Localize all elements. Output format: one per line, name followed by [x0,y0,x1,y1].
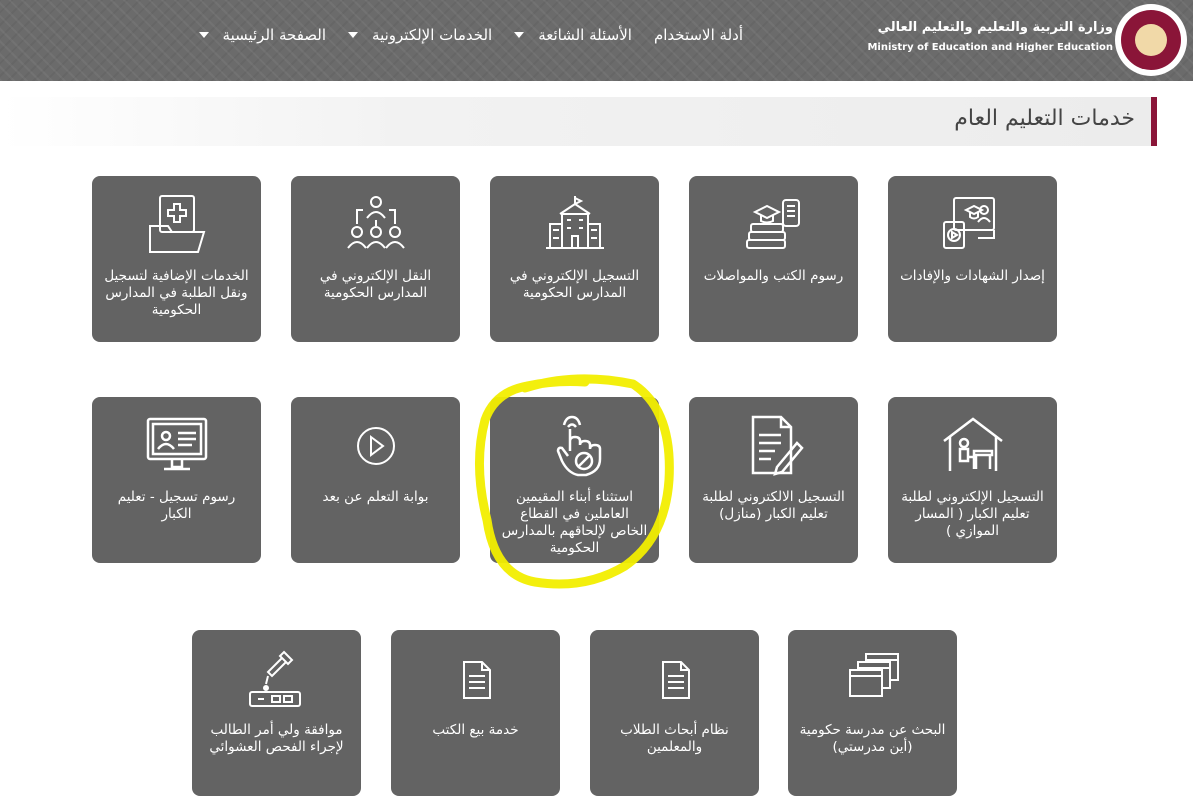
document-icon [443,646,509,712]
tile-additional-services-label: الخدمات الإضافية لتسجيل ونقل الطلبة في ا… [104,268,249,318]
tile-adult-parallel-registration-label: التسجيل الإلكتروني لطلبة تعليم الكبار ( … [901,489,1044,539]
tile-school-transfer[interactable]: النقل الإلكتروني في المدارس الحكومية [291,176,460,342]
tile-private-sector-exception-label: استثناء أبناء المقيمين العاملين في القطا… [501,489,648,556]
tile-school-transfer-label: النقل الإلكتروني في المدارس الحكومية [319,268,432,301]
nav-user-guides[interactable]: أدلة الاستخدام [654,26,743,44]
monitor-id-icon [144,413,210,479]
tile-book-fees-label: رسوم الكتب والمواصلات [703,268,844,284]
nav-faq-label: الأسئلة الشائعة [538,26,632,44]
nav-home-label: الصفحة الرئيسية [222,26,327,44]
tile-certificates-label: إصدار الشهادات والإفادات [900,268,1045,284]
nav-faq[interactable]: الأسئلة الشائعة [514,26,632,44]
tile-book-fees[interactable]: رسوم الكتب والمواصلات [689,176,858,342]
tile-find-school[interactable]: البحث عن مدرسة حكومية (أين مدرستي) [788,630,957,796]
chevron-down-icon [198,32,209,38]
tile-random-test-consent-label: موافقة ولي أمر الطالب لإجراء الفحص العشو… [209,722,344,755]
tile-school-registration[interactable]: التسجيل الإلكتروني في المدارس الحكومية [490,176,659,342]
people-transfer-icon [343,192,409,258]
windows-icon [840,646,906,712]
tile-distance-learning-label: بوابة التعلم عن بعد [322,489,429,505]
main-nav: الصفحة الرئيسية الخدمات الإلكترونية الأس… [198,26,743,44]
play-circle-icon [343,413,409,479]
ministry-name-ar: وزارة التربية والتعليم والتعليم العالي [877,20,1113,35]
section-banner: خدمات التعليم العام [0,97,1157,146]
top-header: وزارة التربية والتعليم والتعليم العالي M… [0,0,1193,81]
tile-research-system[interactable]: نظام أبحاث الطلاب والمعلمين [590,630,759,796]
tile-private-sector-exception[interactable]: استثناء أبناء المقيمين العاملين في القطا… [490,397,659,563]
tile-school-registration-label: التسجيل الإلكتروني في المدارس الحكومية [509,268,640,301]
books-icon [741,192,807,258]
tile-adult-registration-fees[interactable]: رسوم تسجيل - تعليم الكبار [92,397,261,563]
tile-book-sales[interactable]: خدمة بيع الكتب [391,630,560,796]
tile-certificates[interactable]: إصدار الشهادات والإفادات [888,176,1057,342]
tile-adult-registration-fees-label: رسوم تسجيل - تعليم الكبار [117,489,236,522]
tile-find-school-label: البحث عن مدرسة حكومية (أين مدرستي) [799,722,946,755]
nav-e-services[interactable]: الخدمات الإلكترونية [348,26,492,44]
hand-pointer-icon [542,413,608,479]
folder-docs-icon [144,192,210,258]
state-of-qatar-logo[interactable] [1115,4,1187,76]
document-icon [642,646,708,712]
tile-adult-home-registration-label: التسجيل الالكتروني لطلبة تعليم الكبار (م… [702,489,845,522]
chevron-down-icon [514,32,525,38]
school-building-icon [542,192,608,258]
logo-core-icon [1135,24,1167,56]
tile-random-test-consent[interactable]: موافقة ولي أمر الطالب لإجراء الفحص العشو… [192,630,361,796]
tile-adult-parallel-registration[interactable]: التسجيل الإلكتروني لطلبة تعليم الكبار ( … [888,397,1057,563]
tile-distance-learning[interactable]: بوابة التعلم عن بعد [291,397,460,563]
certificate-monitor-icon [940,192,1006,258]
chevron-down-icon [348,32,359,38]
house-study-icon [940,413,1006,479]
tile-book-sales-label: خدمة بيع الكتب [432,722,519,738]
tile-additional-services[interactable]: الخدمات الإضافية لتسجيل ونقل الطلبة في ا… [92,176,261,342]
nav-e-services-label: الخدمات الإلكترونية [372,26,493,44]
test-kit-icon [244,646,310,712]
document-pen-icon [741,413,807,479]
tile-adult-home-registration[interactable]: التسجيل الالكتروني لطلبة تعليم الكبار (م… [689,397,858,563]
logo-emblem [1121,10,1181,70]
nav-home[interactable]: الصفحة الرئيسية [198,26,327,44]
section-title: خدمات التعليم العام [954,106,1135,131]
ministry-name-en: Ministry of Education and Higher Educati… [867,42,1113,53]
nav-user-guides-label: أدلة الاستخدام [653,26,743,44]
tile-research-system-label: نظام أبحاث الطلاب والمعلمين [620,722,729,755]
